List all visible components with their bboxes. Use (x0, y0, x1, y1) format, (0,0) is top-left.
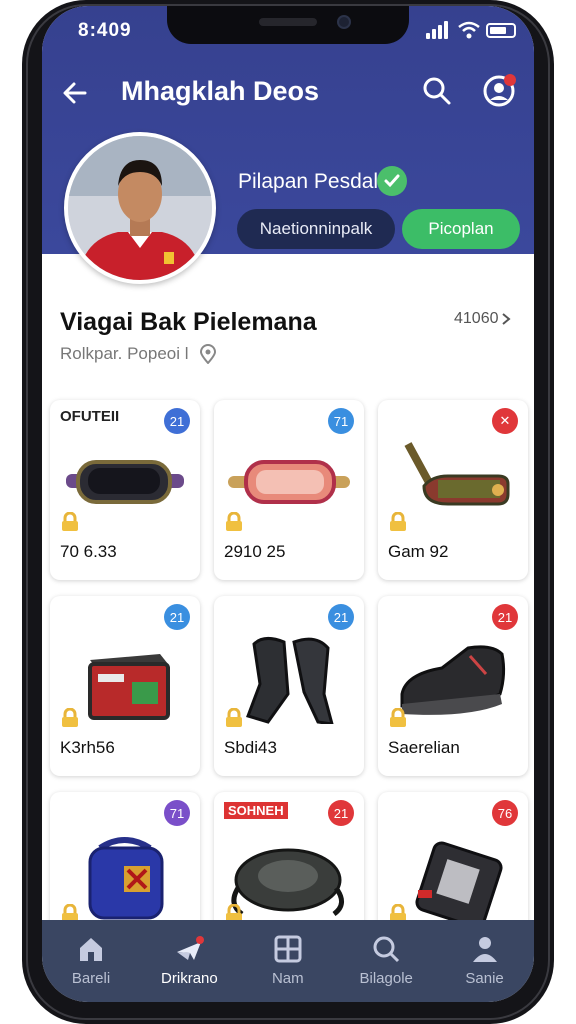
item-badge[interactable]: 21 (328, 800, 354, 826)
tab-label: Sanie (465, 970, 504, 987)
section-count-value: 41060 (454, 310, 499, 327)
wifi-icon (458, 21, 480, 39)
tab-2[interactable]: Drikrano (140, 920, 238, 1002)
search-button[interactable] (420, 74, 454, 108)
lock-icon (224, 707, 244, 728)
item-card[interactable]: ✕ Gam 92 (378, 400, 528, 580)
location-pin-icon (199, 344, 216, 364)
item-tag: SOHNEH (224, 802, 288, 819)
tab-1[interactable]: Bareli (42, 920, 140, 1002)
app-title: Mhagklah Deos (121, 76, 320, 106)
section-count[interactable]: 41060 (454, 310, 511, 328)
item-card[interactable]: 21 Sbdi43 (214, 596, 364, 776)
player-avatar (64, 132, 216, 284)
verified-icon (377, 166, 407, 196)
item-badge[interactable]: 21 (164, 604, 190, 630)
item-label: Gam 92 (388, 542, 449, 561)
profile-button[interactable] (482, 72, 518, 108)
tab-label: Drikrano (161, 970, 218, 987)
item-label: K3rh56 (60, 738, 115, 757)
item-card[interactable]: 21 Saerelian (378, 596, 528, 776)
item-badge[interactable]: 21 (492, 604, 518, 630)
arrow-left-icon (63, 82, 87, 104)
search-icon (371, 934, 401, 964)
item-card[interactable]: 71 2910 25 (214, 400, 364, 580)
item-badge[interactable]: 21 (328, 604, 354, 630)
follow-button[interactable]: Naetionninpalk (237, 209, 395, 249)
player-photo (68, 136, 212, 280)
tab-label: Bareli (71, 970, 111, 987)
status-time: 8:409 (78, 20, 132, 41)
item-card[interactable]: 21 K3rh56 (50, 596, 200, 776)
search-icon (423, 77, 451, 105)
location-row: Rolkpar. Popeoi l (60, 344, 217, 364)
lock-icon (388, 511, 408, 532)
plane-icon (174, 934, 205, 964)
item-badge[interactable]: 76 (492, 800, 518, 826)
grid-icon (273, 934, 303, 964)
item-card[interactable]: OFUTEII 21 70 6.33 (50, 400, 200, 580)
lock-icon (224, 511, 244, 532)
person-icon (470, 934, 500, 964)
section-title: Viagai Bak Pielemana (60, 308, 317, 336)
notch (167, 6, 409, 44)
item-label: 2910 25 (224, 542, 286, 561)
player-name: Pilapan Pesdal (238, 170, 379, 193)
tab-label: Bilagole (359, 970, 413, 987)
signal-icon (426, 21, 452, 39)
lock-icon (388, 707, 408, 728)
lock-icon (60, 511, 80, 532)
item-tag: OFUTEII (60, 408, 120, 425)
item-badge[interactable]: ✕ (492, 408, 518, 434)
status-icons (426, 21, 522, 41)
tab-4[interactable]: Bilagole (337, 920, 435, 1002)
camera-icon (337, 15, 351, 29)
item-badge[interactable]: 71 (164, 800, 190, 826)
location-text: Rolkpar. Popeoi l (60, 344, 189, 363)
speaker (259, 18, 317, 26)
tab-5[interactable]: Sanie (436, 920, 534, 1002)
lock-icon (60, 707, 80, 728)
back-button[interactable] (58, 76, 92, 110)
app-screen: 8:409 Mhagklah Deos Pilapan Pesdal Naeti… (42, 6, 534, 1002)
tab-3[interactable]: Nam (239, 920, 337, 1002)
bottom-tab-bar: Bareli Drikrano Nam Bilagole Sanie (42, 920, 534, 1002)
user-notification-icon (483, 74, 516, 107)
home-icon (76, 934, 106, 964)
chevron-right-icon (501, 313, 511, 325)
item-badge[interactable]: 71 (328, 408, 354, 434)
item-label: Sbdi43 (224, 738, 277, 757)
item-label: 70 6.33 (60, 542, 117, 561)
battery-icon (486, 23, 516, 38)
item-label: Saerelian (388, 738, 460, 757)
tab-label: Nam (271, 970, 304, 987)
action-button[interactable]: Picoplan (402, 209, 520, 249)
item-badge[interactable]: 21 (164, 408, 190, 434)
